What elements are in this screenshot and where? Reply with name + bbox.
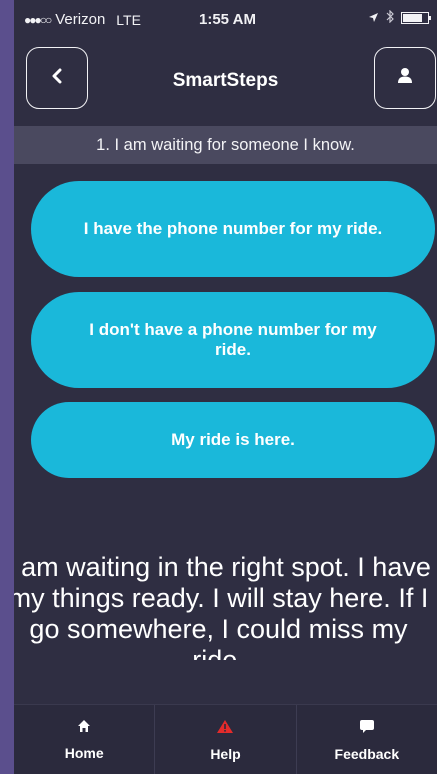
choice-have-phone-number-button[interactable]: I have the phone number for my ride.: [31, 181, 435, 277]
question-heading: 1. I am waiting for someone I know.: [14, 126, 437, 164]
signal-strength-icon: ●●●○○: [24, 12, 52, 27]
navigation-bar: SmartSteps: [14, 40, 437, 126]
bluetooth-icon: [386, 9, 394, 26]
choice-ride-is-here-button[interactable]: My ride is here.: [31, 402, 435, 478]
tab-label: Help: [210, 745, 241, 762]
tab-bar: Home Help Feedback: [14, 704, 437, 774]
status-left: ●●●○○ Verizon LTE: [24, 11, 141, 28]
choice-label: My ride is here.: [171, 430, 295, 450]
tab-home[interactable]: Home: [14, 705, 156, 774]
carrier-label: Verizon: [55, 11, 106, 28]
choice-label: I don't have a phone number for my ride.: [89, 320, 377, 359]
location-arrow-icon: [368, 10, 379, 26]
battery-icon: [401, 12, 431, 24]
phone-screen: ●●●○○ Verizon LTE 1:55 AM SmartSteps 1. …: [14, 0, 437, 774]
social-script-text: I am waiting in the right spot. I have m…: [14, 552, 431, 660]
choice-no-phone-number-button[interactable]: I don't have a phone number for my ride.: [31, 292, 435, 388]
tab-feedback[interactable]: Feedback: [297, 705, 437, 774]
user-icon: [397, 67, 413, 89]
status-right: [368, 9, 431, 26]
home-icon: [77, 719, 91, 736]
profile-button[interactable]: [374, 47, 436, 109]
status-bar: ●●●○○ Verizon LTE 1:55 AM: [14, 0, 437, 40]
choice-label: I have the phone number for my ride.: [83, 219, 383, 239]
tab-label: Feedback: [334, 745, 400, 762]
chat-bubble-icon: [359, 719, 375, 737]
network-label: LTE: [116, 11, 141, 28]
status-time: 1:55 AM: [199, 11, 256, 28]
tab-help[interactable]: Help: [155, 705, 297, 774]
app-frame: ●●●○○ Verizon LTE 1:55 AM SmartSteps 1. …: [0, 0, 437, 774]
tab-label: Home: [64, 745, 104, 761]
warning-icon: [216, 719, 234, 737]
